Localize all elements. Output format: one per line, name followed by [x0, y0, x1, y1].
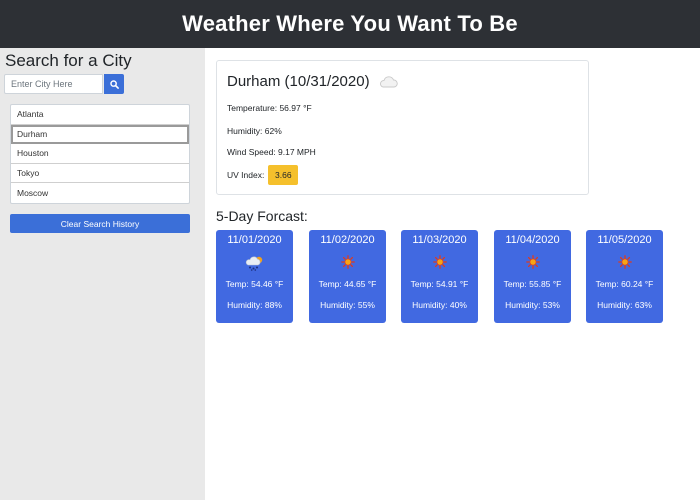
forecast-date: 11/03/2020 [412, 234, 467, 246]
forecast-heading: 5-Day Forcast: [216, 208, 308, 224]
forecast-temp: Temp: 44.65 °F [318, 279, 377, 289]
forecast-date: 11/02/2020 [320, 234, 375, 246]
forecast-humidity: Humidity: 63% [597, 300, 652, 310]
cloud-icon [379, 75, 398, 87]
uv-index-badge: 3.66 [268, 165, 299, 185]
search-button[interactable] [104, 74, 124, 94]
search-history-list: Atlanta Durham Houston Tokyo Moscow [10, 104, 190, 204]
sidebar: Search for a City Atlanta Durham Houston… [0, 48, 205, 500]
sidebar-heading: Search for a City [5, 51, 132, 70]
uv-index-row: UV Index: 3.66 [227, 165, 299, 185]
forecast-date: 11/04/2020 [505, 234, 560, 246]
history-item-moscow[interactable]: Moscow [11, 183, 189, 203]
forecast-temp: Temp: 54.91 °F [410, 279, 469, 289]
current-humidity: Humidity: 62% [227, 126, 282, 136]
forecast-date: 11/05/2020 [597, 234, 652, 246]
forecast-humidity: Humidity: 88% [227, 300, 282, 310]
history-item-houston[interactable]: Houston [11, 144, 189, 164]
uv-index-label: UV Index: [227, 170, 265, 180]
rain-snow-icon [245, 256, 262, 271]
search-icon [109, 79, 119, 89]
forecast-card: 11/02/2020 Temp: 44.65 °F Humidity: 55% [309, 230, 386, 323]
sun-icon [525, 255, 540, 269]
page-title: Weather Where You Want To Be [182, 11, 518, 36]
current-wind-speed: Wind Speed: 9.17 MPH [227, 147, 316, 157]
app-header: Weather Where You Want To Be [0, 0, 700, 48]
forecast-card: 11/05/2020 Temp: 60.24 °F Humidity: 63% [586, 230, 663, 323]
history-item-durham[interactable]: Durham [11, 124, 189, 145]
forecast-temp: Temp: 60.24 °F [595, 279, 654, 289]
forecast-humidity: Humidity: 55% [320, 300, 375, 310]
forecast-humidity: Humidity: 53% [505, 300, 560, 310]
forecast-date: 11/01/2020 [227, 234, 282, 246]
history-item-tokyo[interactable]: Tokyo [11, 164, 189, 184]
forecast-humidity: Humidity: 40% [412, 300, 467, 310]
forecast-temp: Temp: 55.85 °F [503, 279, 562, 289]
history-item-atlanta[interactable]: Atlanta [11, 105, 189, 125]
sun-icon [432, 255, 447, 269]
current-city-title: Durham (10/31/2020) [227, 73, 370, 90]
current-temperature: Temperature: 56.97 °F [227, 103, 312, 113]
sun-icon [617, 255, 632, 269]
clear-history-button[interactable]: Clear Search History [10, 214, 190, 233]
forecast-card: 11/03/2020 Temp: 54.91 °F Humidity: 40% [401, 230, 478, 323]
forecast-card: 11/01/2020 Temp: 54.46 °F Humidity: 88% [216, 230, 293, 323]
search-input[interactable] [4, 74, 103, 94]
sun-icon [340, 255, 355, 269]
current-city-row: Durham (10/31/2020) [227, 73, 398, 90]
forecast-card: 11/04/2020 Temp: 55.85 °F Humidity: 53% [494, 230, 571, 323]
forecast-temp: Temp: 54.46 °F [225, 279, 284, 289]
current-weather-card: Durham (10/31/2020) Temperature: 56.97 °… [216, 60, 589, 195]
